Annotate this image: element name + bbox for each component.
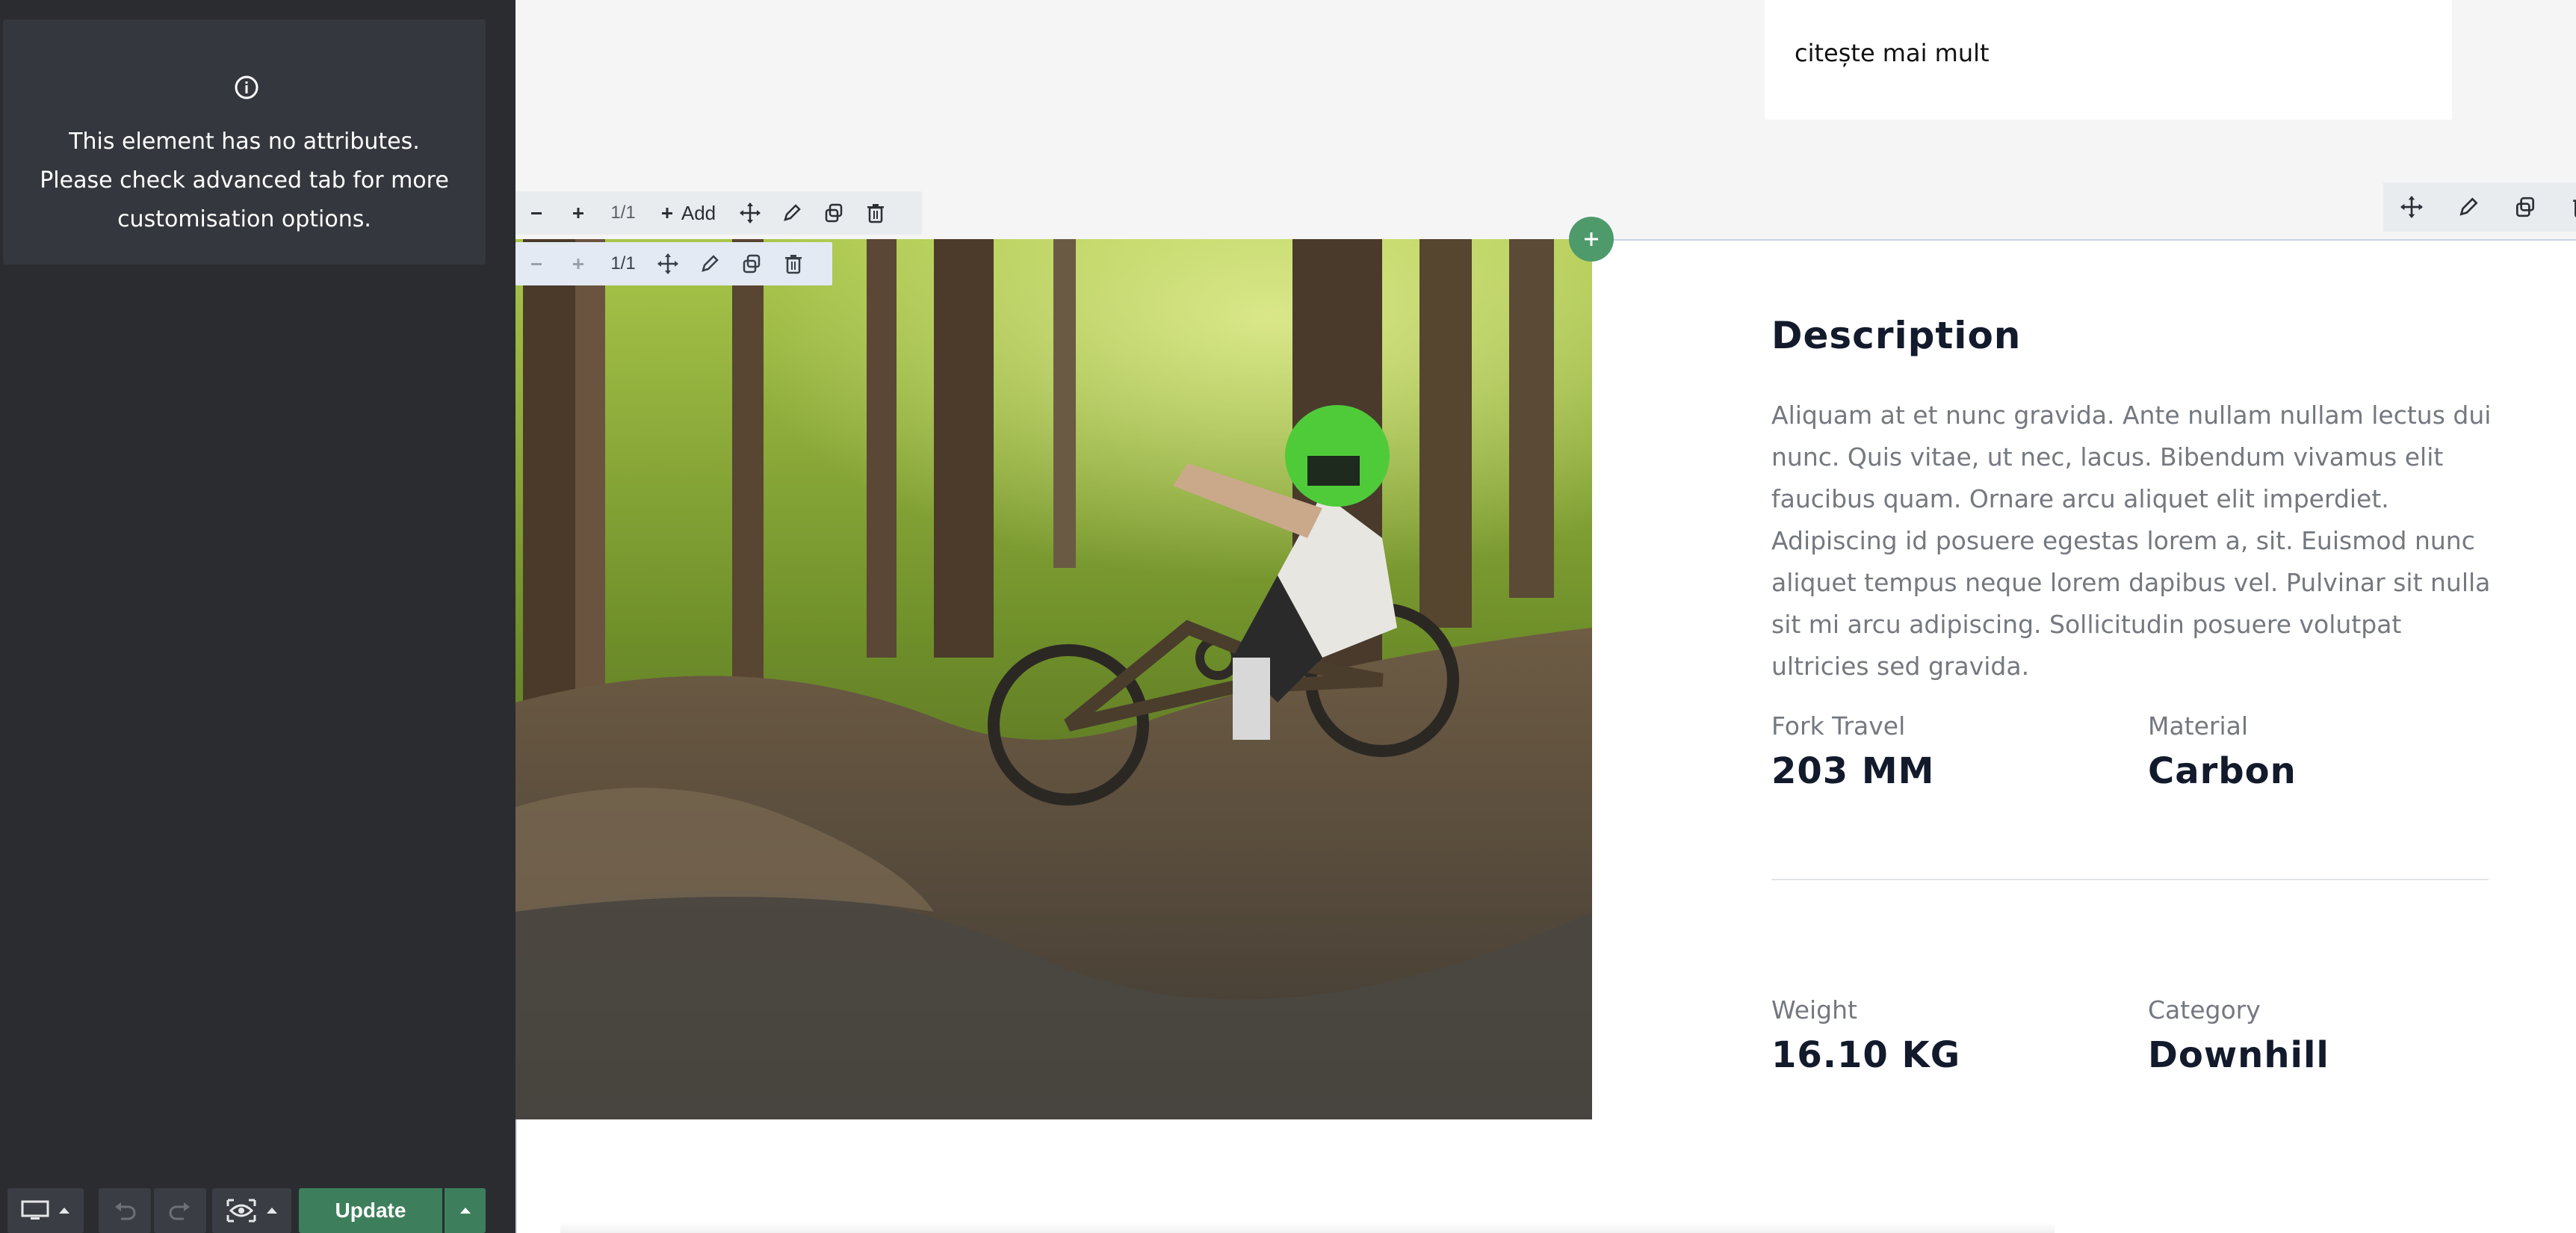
spec-label-weight: Weight — [1771, 995, 1857, 1025]
next-section-edge — [560, 1223, 2055, 1233]
section-toolbar — [2383, 182, 2576, 232]
pencil-icon — [702, 255, 719, 272]
section-title: Description — [1771, 314, 2022, 357]
page-canvas: citește mai mult Description Aliquam at … — [515, 0, 2576, 1233]
update-options-button[interactable] — [445, 1188, 486, 1233]
spec-label-material: Material — [2148, 711, 2249, 741]
decrease-width-button[interactable] — [515, 191, 557, 235]
edit-column-button[interactable] — [689, 242, 731, 285]
redo-icon — [169, 1202, 190, 1220]
trash-icon — [867, 204, 884, 223]
section-body: Aliquam at et nunc gravida. Ante nullam … — [1771, 401, 2492, 681]
move-icon — [740, 203, 761, 223]
delete-row-button[interactable] — [855, 191, 897, 235]
duplicate-icon — [2515, 197, 2535, 217]
increase-width-button[interactable] — [557, 242, 599, 285]
notice-text: This element has no attributes. Please c… — [40, 129, 449, 232]
update-button[interactable]: Update — [299, 1188, 442, 1233]
edit-row-button[interactable] — [771, 191, 813, 235]
mountain-biker-photo — [515, 239, 1592, 1119]
spec-value-category: Downhill — [2148, 1034, 2329, 1076]
column-fraction: 1/1 — [610, 203, 636, 223]
no-attributes-notice: This element has no attributes. Please c… — [3, 19, 486, 265]
redo-button[interactable] — [154, 1188, 206, 1233]
decrease-width-button[interactable] — [515, 242, 557, 285]
spec-value-weight: 16.10 KG — [1771, 1034, 1961, 1076]
caret-up-icon — [59, 1208, 69, 1214]
spec-label-category: Category — [2148, 995, 2261, 1025]
device-mode-button[interactable] — [7, 1188, 84, 1233]
minus-icon — [531, 212, 542, 214]
duplicate-section-button[interactable] — [2497, 182, 2554, 232]
delete-column-button[interactable] — [773, 242, 814, 285]
spec-value-material: Carbon — [2148, 750, 2297, 792]
info-icon — [235, 75, 258, 99]
minus-icon — [531, 263, 542, 265]
duplicate-row-button[interactable] — [813, 191, 855, 235]
move-row-button[interactable] — [729, 191, 771, 235]
duplicate-column-button[interactable] — [731, 242, 773, 285]
move-icon — [657, 253, 678, 274]
sidebar-bottom-bar: Update — [0, 1185, 515, 1233]
increase-width-button[interactable] — [557, 191, 599, 235]
undo-button[interactable] — [99, 1188, 151, 1233]
caret-up-icon — [267, 1208, 277, 1214]
plus-icon — [661, 208, 672, 218]
eye-preview-icon — [226, 1199, 256, 1223]
move-icon — [2400, 196, 2423, 218]
column-toolbar: 1/1 — [515, 242, 832, 285]
delete-section-button[interactable] — [2554, 182, 2576, 232]
pencil-icon — [2459, 197, 2478, 216]
add-label: Add — [681, 201, 716, 224]
spec-divider — [1771, 879, 2489, 880]
move-section-button[interactable] — [2383, 182, 2440, 232]
editor-sidebar: This element has no attributes. Please c… — [0, 0, 515, 1233]
row-toolbar: 1/1 Add — [515, 191, 922, 235]
plus-icon — [573, 259, 583, 269]
add-column-button[interactable]: Add — [647, 191, 729, 235]
desktop-icon — [21, 1200, 49, 1220]
edit-section-button[interactable] — [2440, 182, 2497, 232]
pencil-icon — [784, 204, 801, 221]
plus-icon — [1585, 232, 1598, 246]
previous-card: citește mai mult — [1765, 0, 2452, 120]
trash-icon — [785, 255, 802, 274]
read-more-link[interactable]: citește mai mult — [1795, 39, 1990, 67]
trash-icon — [2573, 200, 2576, 217]
add-element-button[interactable] — [1569, 217, 1614, 262]
caret-up-icon — [459, 1208, 471, 1214]
column-fraction: 1/1 — [610, 253, 636, 274]
preview-button[interactable] — [212, 1188, 291, 1233]
move-column-button[interactable] — [647, 242, 689, 285]
undo-icon — [115, 1202, 136, 1220]
plus-icon — [573, 208, 583, 218]
spec-value-fork-travel: 203 MM — [1771, 750, 1935, 792]
spec-label-fork-travel: Fork Travel — [1771, 711, 1906, 741]
duplicate-icon — [825, 203, 843, 223]
duplicate-icon — [743, 254, 761, 274]
product-image[interactable] — [515, 239, 1592, 1119]
